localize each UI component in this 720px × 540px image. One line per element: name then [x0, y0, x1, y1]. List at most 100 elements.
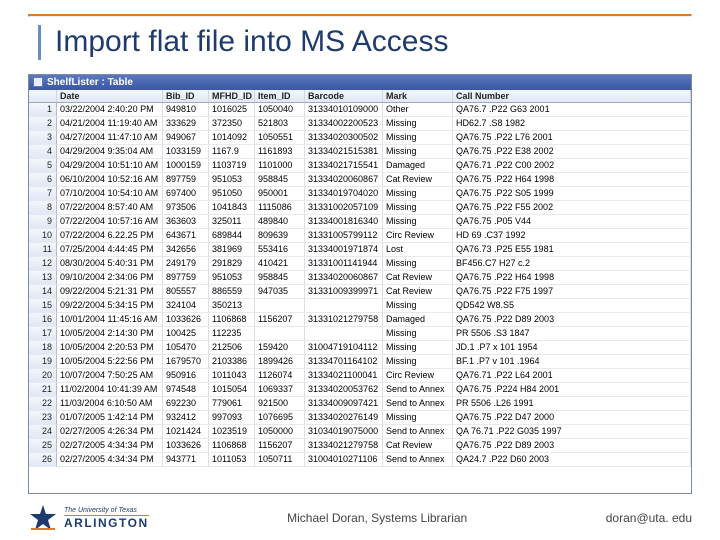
table-row[interactable]: 2211/03/2004 6:10:50 AM69223077906192150…	[29, 397, 691, 411]
cell-mfhd[interactable]: 689844	[209, 229, 255, 243]
cell-call[interactable]: QA76.71 .P22 C00 2002	[453, 159, 691, 173]
cell-bib[interactable]: 897759	[163, 271, 209, 285]
cell-date[interactable]: 10/05/2004 5:22:56 PM	[57, 355, 163, 369]
cell-bib[interactable]: 805557	[163, 285, 209, 299]
cell-mark[interactable]: Other	[383, 103, 453, 117]
cell-n[interactable]: 14	[29, 285, 57, 299]
cell-barcode[interactable]: 31334001816340	[305, 215, 383, 229]
cell-call[interactable]: QD542 W8.S5	[453, 299, 691, 313]
cell-mfhd[interactable]: 951053	[209, 173, 255, 187]
table-row[interactable]: 807/22/2004 8:57:40 AM973506104184311150…	[29, 201, 691, 215]
cell-mfhd[interactable]: 1023519	[209, 425, 255, 439]
cell-bib[interactable]: 1033626	[163, 313, 209, 327]
table-row[interactable]: 1007/22/2004 6.22.25 PM64367168984480963…	[29, 229, 691, 243]
cell-item[interactable]: 1101000	[255, 159, 305, 173]
cell-date[interactable]: 02/27/2005 4:34:34 PM	[57, 439, 163, 453]
cell-barcode[interactable]: 31334021100041	[305, 369, 383, 383]
cell-date[interactable]: 07/22/2004 6.22.25 PM	[57, 229, 163, 243]
cell-bib[interactable]: 697400	[163, 187, 209, 201]
cell-n[interactable]: 25	[29, 439, 57, 453]
cell-mfhd[interactable]: 350213	[209, 299, 255, 313]
cell-mark[interactable]: Send to Annex	[383, 425, 453, 439]
table-row[interactable]: 907/22/2004 10:57:16 AM36360332501148984…	[29, 215, 691, 229]
cell-item[interactable]: 410421	[255, 257, 305, 271]
table-row[interactable]: 606/10/2004 10:52:16 AM89775995105395884…	[29, 173, 691, 187]
cell-bib[interactable]: 973506	[163, 201, 209, 215]
cell-n[interactable]: 9	[29, 215, 57, 229]
cell-mark[interactable]: Send to Annex	[383, 453, 453, 467]
cell-date[interactable]: 11/02/2004 10:41:39 AM	[57, 383, 163, 397]
cell-mark[interactable]: Cat Review	[383, 285, 453, 299]
cell-date[interactable]: 02/27/2005 4:34:34 PM	[57, 453, 163, 467]
cell-bib[interactable]: 100425	[163, 327, 209, 341]
cell-item[interactable]: 1050711	[255, 453, 305, 467]
cell-item[interactable]: 1050040	[255, 103, 305, 117]
cell-n[interactable]: 6	[29, 173, 57, 187]
cell-mfhd[interactable]: 1011053	[209, 453, 255, 467]
cell-barcode[interactable]: 31334021279758	[305, 439, 383, 453]
cell-mark[interactable]: Missing	[383, 411, 453, 425]
table-row[interactable]: 1208/30/2004 5:40:31 PM24917929182941042…	[29, 257, 691, 271]
table-row[interactable]: 304/27/2004 11:47:10 AM94906710140921050…	[29, 131, 691, 145]
cell-call[interactable]: QA76.7 .P22 G63 2001	[453, 103, 691, 117]
cell-mark[interactable]: Cat Review	[383, 173, 453, 187]
cell-mfhd[interactable]: 325011	[209, 215, 255, 229]
cell-mark[interactable]: Missing	[383, 299, 453, 313]
cell-mark[interactable]: Damaged	[383, 313, 453, 327]
cell-date[interactable]: 10/05/2004 2:20:53 PM	[57, 341, 163, 355]
cell-mfhd[interactable]: 1167.9	[209, 145, 255, 159]
cell-mark[interactable]: Missing	[383, 215, 453, 229]
cell-date[interactable]: 04/21/2004 11:19:40 AM	[57, 117, 163, 131]
cell-item[interactable]: 809639	[255, 229, 305, 243]
cell-mfhd[interactable]: 886559	[209, 285, 255, 299]
cell-n[interactable]: 23	[29, 411, 57, 425]
cell-mark[interactable]: Missing	[383, 201, 453, 215]
cell-call[interactable]: QA76.75 .P22 F55 2002	[453, 201, 691, 215]
cell-bib[interactable]: 249179	[163, 257, 209, 271]
cell-item[interactable]: 1156207	[255, 439, 305, 453]
cell-mfhd[interactable]: 212506	[209, 341, 255, 355]
cell-barcode[interactable]: 31334020060867	[305, 173, 383, 187]
table-row[interactable]: 1409/22/2004 5:21:31 PM80555788655994703…	[29, 285, 691, 299]
cell-mark[interactable]: Cat Review	[383, 439, 453, 453]
cell-mfhd[interactable]: 779061	[209, 397, 255, 411]
cell-call[interactable]: QA76.73 .P25 E55 1981	[453, 243, 691, 257]
cell-bib[interactable]: 943771	[163, 453, 209, 467]
cell-item[interactable]: 521803	[255, 117, 305, 131]
table-row[interactable]: 2111/02/2004 10:41:39 AM9745481015054106…	[29, 383, 691, 397]
table-row[interactable]: 2402/27/2005 4:26:34 PM10214241023519105…	[29, 425, 691, 439]
cell-n[interactable]: 1	[29, 103, 57, 117]
cell-bib[interactable]: 1021424	[163, 425, 209, 439]
table-row[interactable]: 2602/27/2005 4:34:34 PM94377110110531050…	[29, 453, 691, 467]
cell-date[interactable]: 10/01/2004 11:45:16 AM	[57, 313, 163, 327]
cell-item[interactable]: 553416	[255, 243, 305, 257]
cell-barcode[interactable]: 31334020300502	[305, 131, 383, 145]
col-mfhd-id[interactable]: MFHD_ID	[209, 90, 255, 102]
cell-mfhd[interactable]: 1011043	[209, 369, 255, 383]
cell-item[interactable]: 1115086	[255, 201, 305, 215]
cell-barcode[interactable]: 31334020060867	[305, 271, 383, 285]
cell-item[interactable]: 947035	[255, 285, 305, 299]
cell-call[interactable]: QA76.75 .P22 D89 2003	[453, 313, 691, 327]
cell-barcode[interactable]: 31004010271106	[305, 453, 383, 467]
cell-bib[interactable]: 105470	[163, 341, 209, 355]
cell-barcode[interactable]: 31334021715541	[305, 159, 383, 173]
cell-date[interactable]: 07/10/2004 10:54:10 AM	[57, 187, 163, 201]
cell-mfhd[interactable]: 951053	[209, 271, 255, 285]
cell-bib[interactable]: 897759	[163, 173, 209, 187]
cell-item[interactable]: 921500	[255, 397, 305, 411]
cell-date[interactable]: 01/07/2005 1:42:14 PM	[57, 411, 163, 425]
cell-date[interactable]: 04/27/2004 11:47:10 AM	[57, 131, 163, 145]
cell-bib[interactable]: 363603	[163, 215, 209, 229]
cell-bib[interactable]: 333629	[163, 117, 209, 131]
cell-date[interactable]: 11/03/2004 6:10:50 AM	[57, 397, 163, 411]
cell-n[interactable]: 20	[29, 369, 57, 383]
cell-bib[interactable]: 1033159	[163, 145, 209, 159]
cell-barcode[interactable]: 31034019075000	[305, 425, 383, 439]
cell-barcode[interactable]	[305, 327, 383, 341]
col-item-id[interactable]: Item_ID	[255, 90, 305, 102]
cell-bib[interactable]: 1033626	[163, 439, 209, 453]
cell-mark[interactable]: Missing	[383, 187, 453, 201]
cell-n[interactable]: 8	[29, 201, 57, 215]
cell-barcode[interactable]: 31334020053762	[305, 383, 383, 397]
